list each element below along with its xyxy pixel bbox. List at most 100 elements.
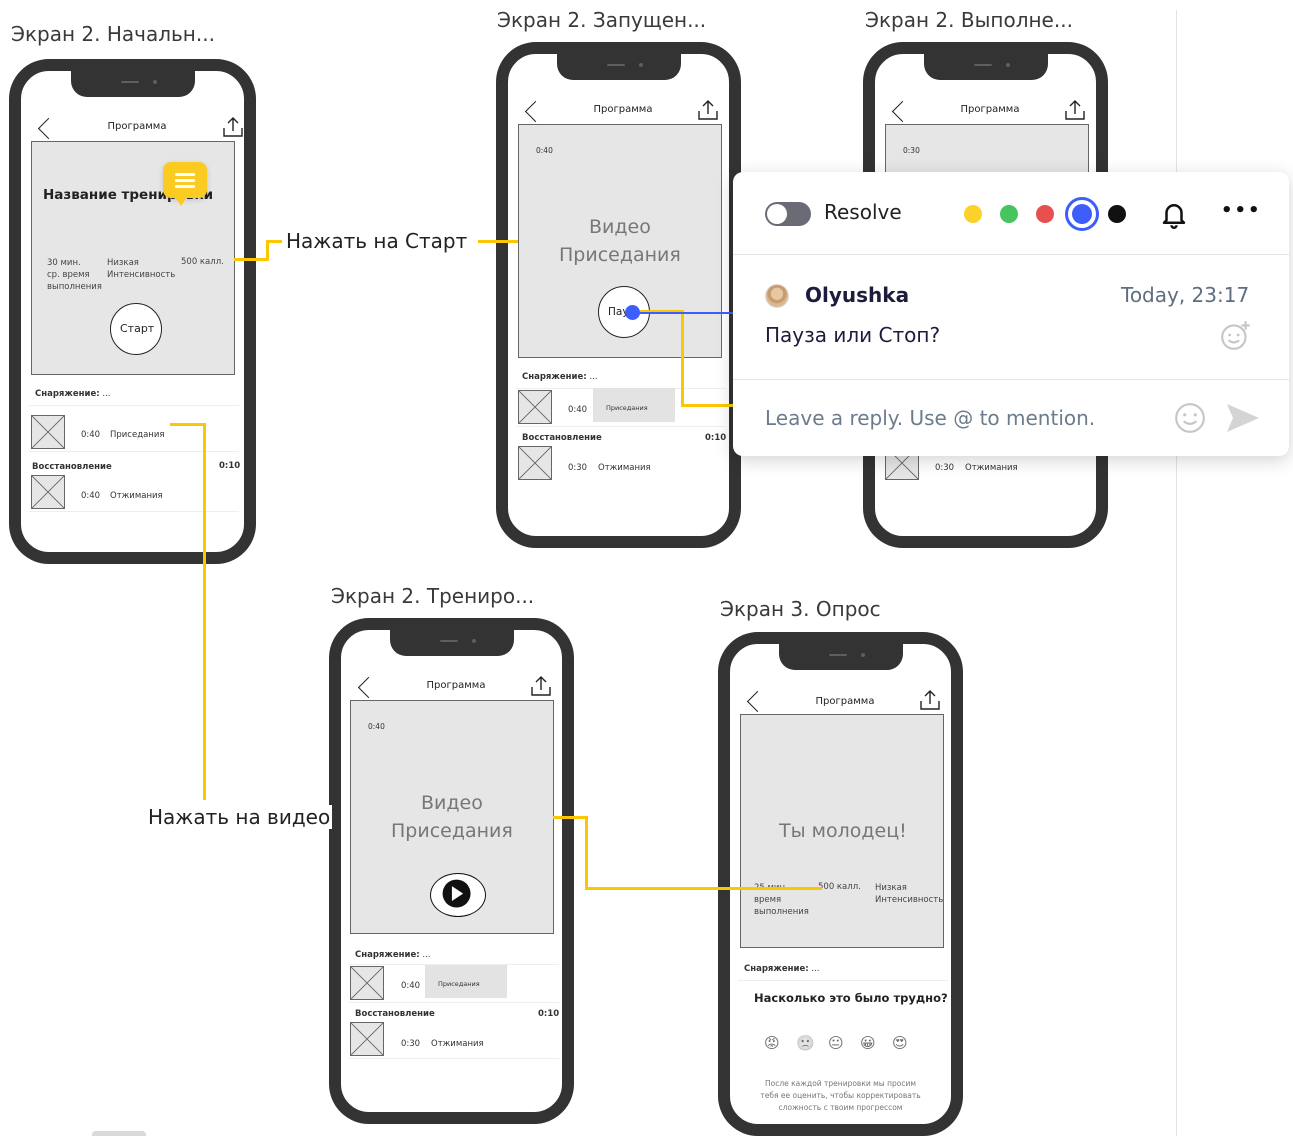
share-icon[interactable] bbox=[221, 115, 245, 139]
emoji-love-icon[interactable]: 😍 bbox=[892, 1034, 908, 1052]
equipment-label-text: Снаряжение: bbox=[744, 964, 809, 974]
stat-intensity-label: Интенсивность bbox=[875, 895, 944, 905]
phone-frame-initial[interactable]: Программа Название тренировки 30 мин. ср… bbox=[9, 59, 256, 564]
stat-time-value: 30 мин. bbox=[47, 258, 81, 268]
frame-title-completed[interactable]: Экран 2. Выполне... bbox=[865, 8, 1073, 32]
equipment-label-text: Снаряжение: bbox=[522, 372, 587, 382]
exercise-time: 0:30 bbox=[401, 1039, 421, 1049]
frame-title-training[interactable]: Экран 2. Трениро... bbox=[331, 584, 534, 608]
comment-panel: Resolve ••• Olyushka Today, 23:17 Пауза … bbox=[733, 172, 1289, 456]
flow-connector[interactable] bbox=[234, 258, 268, 261]
share-icon[interactable] bbox=[696, 98, 720, 122]
emoji-sad-icon[interactable]: 🙁 bbox=[796, 1034, 815, 1052]
flow-connector[interactable] bbox=[203, 423, 206, 800]
exercise-name[interactable]: Приседания bbox=[438, 980, 480, 988]
more-options-icon[interactable]: ••• bbox=[1221, 200, 1262, 221]
share-icon[interactable] bbox=[918, 688, 942, 712]
equipment-value: ... bbox=[811, 964, 820, 974]
phone-frame-survey[interactable]: Программа Ты молодец! 25 мин. время выпо… bbox=[718, 632, 963, 1136]
stat-time-label: время bbox=[754, 895, 782, 905]
reply-input[interactable]: Leave a reply. Use @ to mention. bbox=[765, 406, 1095, 430]
send-icon[interactable] bbox=[1225, 402, 1261, 434]
exercise-time: 0:40 bbox=[81, 430, 101, 440]
flow-connector[interactable] bbox=[478, 240, 518, 243]
connector-label-video[interactable]: Нажать на видео bbox=[144, 805, 332, 829]
nav-title: Программа bbox=[107, 121, 167, 132]
back-arrow-icon[interactable] bbox=[524, 100, 547, 123]
flow-connector[interactable] bbox=[585, 887, 822, 890]
exercise-time: 0:30 bbox=[568, 463, 588, 473]
comment-time: Today, 23:17 bbox=[1121, 283, 1250, 307]
exercise-thumbnail[interactable] bbox=[350, 1022, 384, 1056]
equipment-label: Снаряжение: ... bbox=[35, 389, 110, 399]
exercise-name[interactable]: Отжимания bbox=[598, 463, 651, 473]
share-icon[interactable] bbox=[529, 674, 553, 698]
flow-connector[interactable] bbox=[681, 404, 735, 407]
phone-notch bbox=[389, 630, 514, 656]
frame-title-initial[interactable]: Экран 2. Начальн... bbox=[11, 22, 215, 46]
comment-pin-line bbox=[633, 312, 734, 314]
equipment-label-text: Снаряжение: bbox=[35, 389, 100, 399]
exercise-thumbnail[interactable] bbox=[518, 446, 552, 480]
phone-frame-training[interactable]: Программа 0:40 Видео Приседания Снаряжен… bbox=[329, 618, 574, 1124]
back-arrow-icon[interactable] bbox=[891, 100, 914, 123]
frame-title-started[interactable]: Экран 2. Запущен... bbox=[497, 8, 706, 32]
flow-connector[interactable] bbox=[266, 240, 269, 261]
divider bbox=[349, 1058, 559, 1059]
back-arrow-icon[interactable] bbox=[746, 690, 769, 713]
flow-connector[interactable] bbox=[170, 423, 206, 426]
back-arrow-icon[interactable] bbox=[357, 676, 380, 699]
flow-connector[interactable] bbox=[553, 816, 587, 819]
color-swatch-red[interactable] bbox=[1036, 205, 1054, 223]
comment-author[interactable]: Olyushka bbox=[805, 283, 909, 307]
exercise-name[interactable]: Отжимания bbox=[965, 463, 1018, 473]
stat-intensity-value: Низкая bbox=[875, 883, 907, 893]
flow-connector[interactable] bbox=[585, 816, 588, 890]
exercise-thumbnail[interactable] bbox=[350, 966, 384, 1000]
exercise-name[interactable]: Отжимания bbox=[431, 1039, 484, 1049]
stat-intensity: Низкая Интенсивность bbox=[875, 882, 943, 906]
stat-time-label-2: выполнения bbox=[47, 282, 102, 292]
exercise-thumbnail[interactable] bbox=[518, 390, 552, 424]
resolve-toggle[interactable] bbox=[765, 202, 811, 226]
exercise-thumbnail[interactable] bbox=[31, 475, 65, 509]
color-swatch-yellow[interactable] bbox=[964, 205, 982, 223]
connector-label-start[interactable]: Нажать на Старт bbox=[282, 229, 472, 253]
bell-icon[interactable] bbox=[1159, 199, 1189, 229]
comment-pin-dot[interactable] bbox=[625, 305, 640, 320]
equipment-label: Снаряжение: ... bbox=[355, 950, 430, 960]
survey-note-line3: сложность с твоим прогрессом bbox=[778, 1103, 903, 1112]
phone-frame-started[interactable]: Программа 0:40 Видео Приседания Пауза Сн… bbox=[496, 42, 741, 548]
panel-divider bbox=[733, 379, 1289, 380]
share-icon[interactable] bbox=[1063, 98, 1087, 122]
recovery-time: 0:10 bbox=[538, 1009, 560, 1019]
add-reaction-icon[interactable] bbox=[1219, 318, 1253, 352]
flow-connector[interactable] bbox=[681, 310, 684, 407]
divider bbox=[349, 1002, 559, 1003]
nav-title: Программа bbox=[593, 104, 653, 115]
comment-marker-icon[interactable] bbox=[163, 162, 207, 206]
video-timer: 0:40 bbox=[536, 146, 553, 155]
exercise-name[interactable]: Приседания bbox=[606, 404, 648, 412]
stat-time-label: ср. время bbox=[47, 270, 90, 280]
color-swatch-green[interactable] bbox=[1000, 205, 1018, 223]
back-arrow-icon[interactable] bbox=[37, 117, 60, 140]
exercise-thumbnail[interactable] bbox=[31, 415, 65, 449]
emoji-angry-icon[interactable]: 😡 bbox=[764, 1034, 780, 1052]
emoji-neutral-icon[interactable]: 😐 bbox=[828, 1034, 844, 1052]
color-swatch-black[interactable] bbox=[1108, 205, 1126, 223]
emoji-happy-icon[interactable]: 😀 bbox=[860, 1034, 876, 1052]
frame-title-survey[interactable]: Экран 3. Опрос bbox=[720, 597, 881, 621]
resolve-label[interactable]: Resolve bbox=[824, 200, 902, 224]
equipment-value: ... bbox=[422, 950, 431, 960]
exercise-name[interactable]: Приседания bbox=[110, 430, 165, 440]
phone-notch bbox=[923, 54, 1048, 80]
emoji-icon[interactable] bbox=[1173, 401, 1207, 435]
recovery-time: 0:10 bbox=[219, 461, 241, 471]
play-button[interactable] bbox=[430, 873, 486, 917]
equipment-label: Снаряжение: ... bbox=[522, 372, 597, 382]
exercise-name[interactable]: Отжимания bbox=[110, 491, 163, 501]
color-swatch-blue[interactable] bbox=[1065, 197, 1099, 231]
phone-notch bbox=[556, 54, 681, 80]
recovery-label: Восстановление bbox=[32, 462, 112, 472]
